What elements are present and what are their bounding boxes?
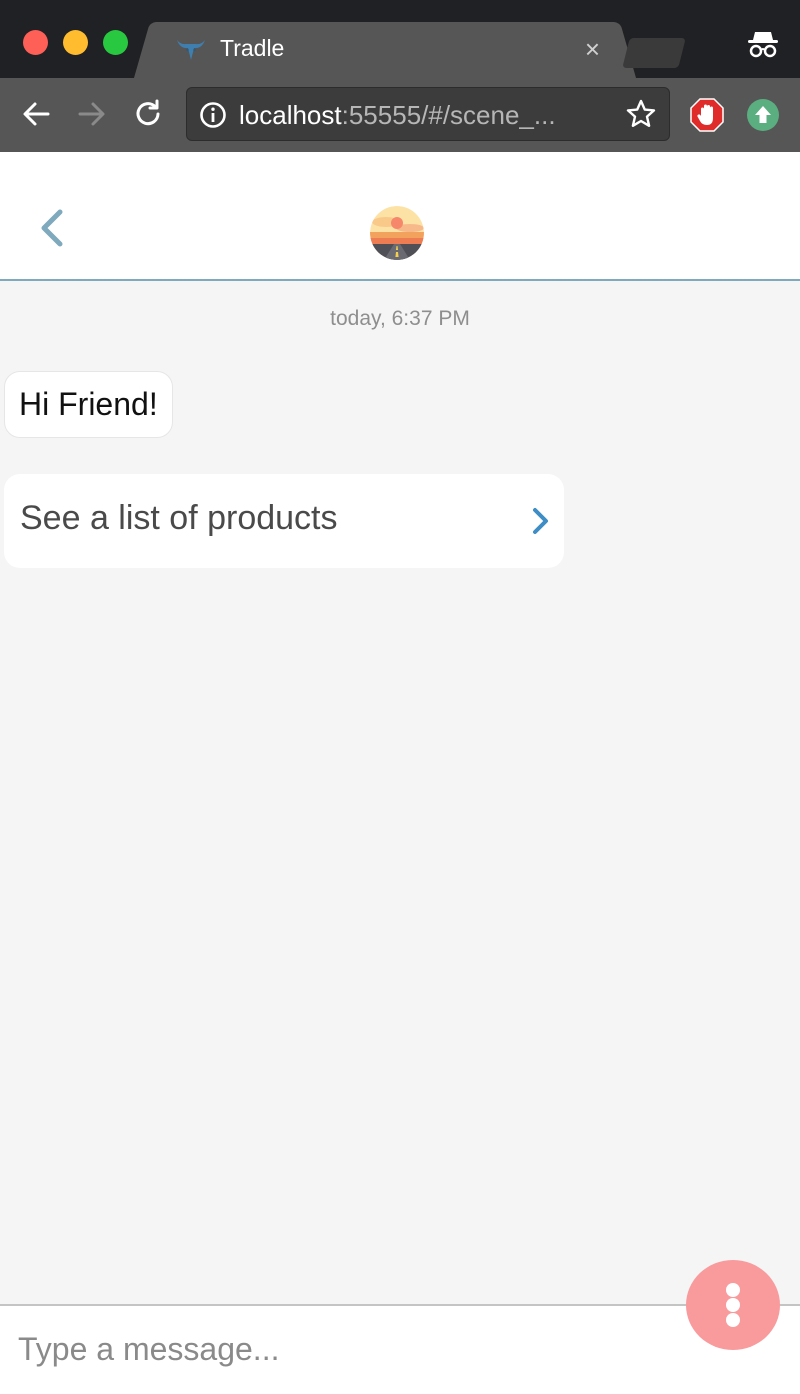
browser-toolbar: localhost:55555/#/scene_... [0, 78, 800, 152]
message-timestamp: today, 6:37 PM [330, 307, 470, 330]
browser-titlebar: Tradle × [0, 0, 800, 78]
message-composer [0, 1304, 800, 1394]
address-bar[interactable]: localhost:55555/#/scene_... [186, 87, 670, 141]
url-host: localhost [239, 100, 342, 130]
forward-arrow-icon[interactable] [74, 96, 110, 132]
reload-icon[interactable] [130, 96, 166, 132]
minimize-window-button[interactable] [63, 30, 88, 55]
tab-close-button[interactable]: × [585, 34, 600, 65]
app-header [0, 152, 800, 281]
chevron-right-icon [533, 508, 548, 534]
chat-area[interactable]: today, 6:37 PM Hi Friend! See a list of … [0, 281, 800, 1304]
browser-tab[interactable]: Tradle × [150, 22, 620, 78]
info-icon[interactable] [199, 101, 227, 129]
message-input[interactable] [18, 1324, 658, 1374]
tradle-bull-icon [177, 40, 205, 60]
url-path: :55555/#/scene_... [341, 100, 556, 130]
road-sunset-avatar[interactable] [370, 206, 424, 260]
url-text: localhost:55555/#/scene_... [239, 100, 556, 131]
see-products-button[interactable]: See a list of products [4, 474, 564, 568]
upload-arrow-icon[interactable] [746, 98, 780, 132]
see-products-label: See a list of products [20, 499, 338, 537]
more-actions-button[interactable] [686, 1260, 780, 1350]
chevron-left-icon[interactable] [36, 206, 68, 250]
tab-title: Tradle [220, 35, 285, 61]
close-window-button[interactable] [23, 30, 48, 55]
incognito-icon[interactable] [746, 30, 780, 60]
maximize-window-button[interactable] [103, 30, 128, 55]
adblock-hand-icon[interactable] [690, 98, 724, 132]
message-bubble[interactable]: Hi Friend! [4, 371, 173, 438]
star-icon[interactable] [625, 98, 657, 130]
message-text: Hi Friend! [19, 386, 158, 422]
back-arrow-icon[interactable] [18, 96, 54, 132]
new-tab-button[interactable] [622, 38, 686, 68]
